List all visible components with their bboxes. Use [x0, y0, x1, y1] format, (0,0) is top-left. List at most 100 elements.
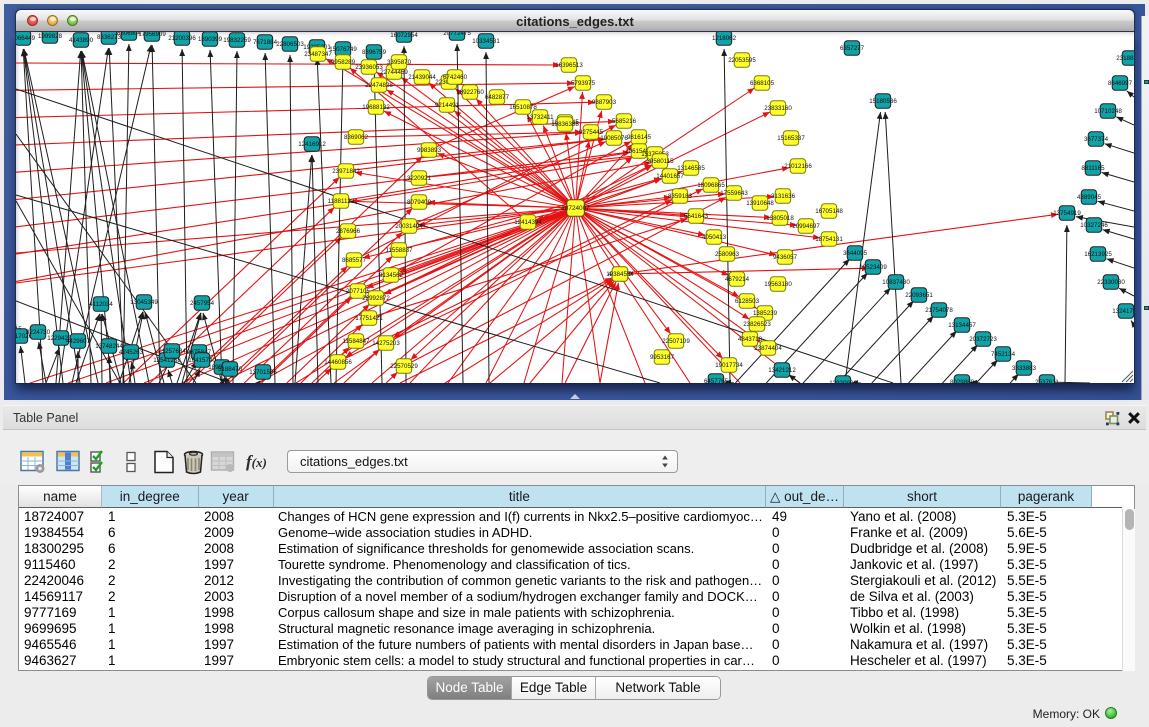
svg-text:8134562: 8134562 — [379, 272, 404, 279]
svg-text:14460856: 14460856 — [324, 359, 352, 366]
svg-text:4429607: 4429607 — [66, 338, 91, 345]
svg-text:2537611: 2537611 — [1035, 379, 1059, 383]
svg-text:9983893: 9983893 — [417, 147, 442, 154]
svg-text:22806503: 22806503 — [276, 41, 304, 48]
svg-text:13910648: 13910648 — [746, 200, 774, 207]
svg-text:22093651: 22093651 — [905, 292, 933, 299]
svg-text:4843718: 4843718 — [738, 336, 763, 343]
svg-text:10837430: 10837430 — [882, 279, 910, 286]
svg-text:18754131: 18754131 — [815, 236, 843, 243]
svg-text:3395870: 3395870 — [387, 59, 412, 66]
svg-text:23874404: 23874404 — [754, 345, 782, 352]
svg-text:6357277: 6357277 — [840, 45, 865, 52]
svg-text:13045349: 13045349 — [130, 299, 158, 306]
svg-text:19832259: 19832259 — [223, 37, 251, 44]
svg-text:22744459: 22744459 — [380, 69, 408, 76]
svg-text:8029889: 8029889 — [950, 379, 975, 383]
svg-text:2457954: 2457954 — [190, 300, 215, 307]
svg-text:5188470: 5188470 — [218, 366, 243, 373]
svg-text:8396759: 8396759 — [362, 49, 387, 56]
svg-text:19836388: 19836388 — [551, 121, 579, 128]
svg-text:11584847: 11584847 — [342, 338, 370, 345]
svg-text:8359183: 8359183 — [668, 193, 693, 200]
svg-text:7671884: 7671884 — [253, 39, 278, 46]
svg-text:13701506: 13701506 — [249, 369, 277, 376]
svg-text:19085076: 19085076 — [600, 135, 628, 142]
svg-text:18922760: 18922760 — [456, 89, 484, 96]
svg-text:4389045: 4389045 — [1077, 194, 1102, 201]
svg-text:5641643: 5641643 — [684, 213, 709, 220]
svg-text:11881122: 11881122 — [328, 198, 355, 205]
svg-text:15180586: 15180586 — [869, 98, 897, 105]
svg-text:22570529: 22570529 — [390, 363, 418, 370]
svg-text:22992872: 22992872 — [362, 295, 390, 302]
svg-text:16415740: 16415740 — [188, 357, 216, 364]
svg-text:13146585: 13146585 — [677, 165, 705, 172]
svg-text:9816145: 9816145 — [627, 134, 652, 141]
svg-text:21257684: 21257684 — [158, 348, 186, 355]
svg-text:15165337: 15165337 — [777, 135, 805, 142]
svg-text:17956909: 17956909 — [138, 32, 166, 38]
svg-text:9436057: 9436057 — [773, 254, 798, 261]
svg-text:14401657: 14401657 — [656, 173, 684, 180]
svg-text:3131636: 3131636 — [771, 193, 796, 200]
svg-text:19017734: 19017734 — [715, 362, 743, 369]
svg-text:13805018: 13805018 — [766, 215, 794, 222]
svg-text:23833160: 23833160 — [764, 105, 792, 112]
svg-text:2066449: 2066449 — [16, 35, 36, 42]
svg-text:13421212: 13421212 — [768, 367, 796, 374]
svg-text:6457765: 6457765 — [704, 378, 729, 383]
svg-text:4679214: 4679214 — [725, 276, 750, 283]
svg-text:16705148: 16705148 — [815, 208, 843, 215]
svg-text:9953167: 9953167 — [650, 354, 675, 361]
svg-text:8685577: 8685577 — [342, 257, 367, 264]
svg-text:14275203: 14275203 — [372, 340, 400, 347]
svg-text:19523409: 19523409 — [859, 264, 887, 271]
svg-text:8646997: 8646997 — [1108, 80, 1133, 87]
svg-text:21200396: 21200396 — [168, 35, 196, 42]
svg-text:9958289: 9958289 — [331, 59, 356, 66]
svg-text:1890399: 1890399 — [198, 36, 223, 43]
svg-text:22474828: 22474828 — [365, 82, 393, 89]
svg-text:2077105: 2077105 — [346, 288, 371, 295]
svg-text:13732411: 13732411 — [526, 114, 554, 121]
svg-text:12414394: 12414394 — [514, 219, 542, 226]
svg-text:4143890: 4143890 — [69, 37, 94, 44]
svg-text:20031404: 20031404 — [395, 223, 423, 230]
svg-text:23188315: 23188315 — [1116, 55, 1134, 62]
svg-text:16396513: 16396513 — [555, 62, 583, 69]
svg-text:17751421: 17751421 — [355, 315, 383, 322]
svg-text:18724007: 18724007 — [561, 205, 590, 212]
svg-text:10327246: 10327246 — [1080, 222, 1108, 229]
svg-text:4050413: 4050413 — [702, 234, 727, 241]
svg-text:2580963: 2580963 — [715, 251, 740, 258]
svg-text:15076749: 15076749 — [329, 46, 357, 53]
svg-text:13754919: 13754919 — [1053, 210, 1081, 217]
svg-text:22330030: 22330030 — [1097, 279, 1125, 286]
svg-text:19563180: 19563180 — [764, 281, 792, 288]
svg-text:1385239: 1385239 — [753, 310, 778, 317]
svg-text:8369062: 8369062 — [344, 134, 369, 141]
svg-text:6482877: 6482877 — [485, 94, 510, 101]
svg-text:6368105: 6368105 — [750, 80, 775, 87]
svg-text:4112034: 4112034 — [89, 301, 113, 308]
svg-text:9887903: 9887903 — [592, 99, 617, 106]
svg-text:8079409: 8079409 — [407, 199, 432, 206]
svg-text:5793975: 5793975 — [571, 80, 596, 87]
svg-text:21012166: 21012166 — [784, 163, 812, 170]
svg-text:12416912: 12416912 — [298, 141, 326, 148]
svg-text:10710248: 10710248 — [1094, 108, 1122, 115]
svg-text:13134457: 13134457 — [948, 322, 976, 329]
svg-text:6742460: 6742460 — [443, 74, 468, 81]
svg-text:2876966: 2876966 — [336, 228, 361, 235]
svg-text:9214491: 9214491 — [435, 102, 460, 109]
svg-text:20580115: 20580115 — [646, 158, 674, 165]
svg-text:18096865: 18096865 — [697, 182, 725, 189]
svg-text:6128503: 6128503 — [735, 298, 760, 305]
svg-text:1218062: 1218062 — [712, 35, 737, 42]
svg-text:3333883: 3333883 — [1012, 365, 1037, 372]
svg-text:20994697: 20994697 — [792, 223, 820, 230]
svg-text:7452134: 7452134 — [991, 351, 1016, 358]
svg-text:17559643: 17559643 — [720, 190, 748, 197]
svg-text:5685216: 5685216 — [612, 118, 637, 125]
